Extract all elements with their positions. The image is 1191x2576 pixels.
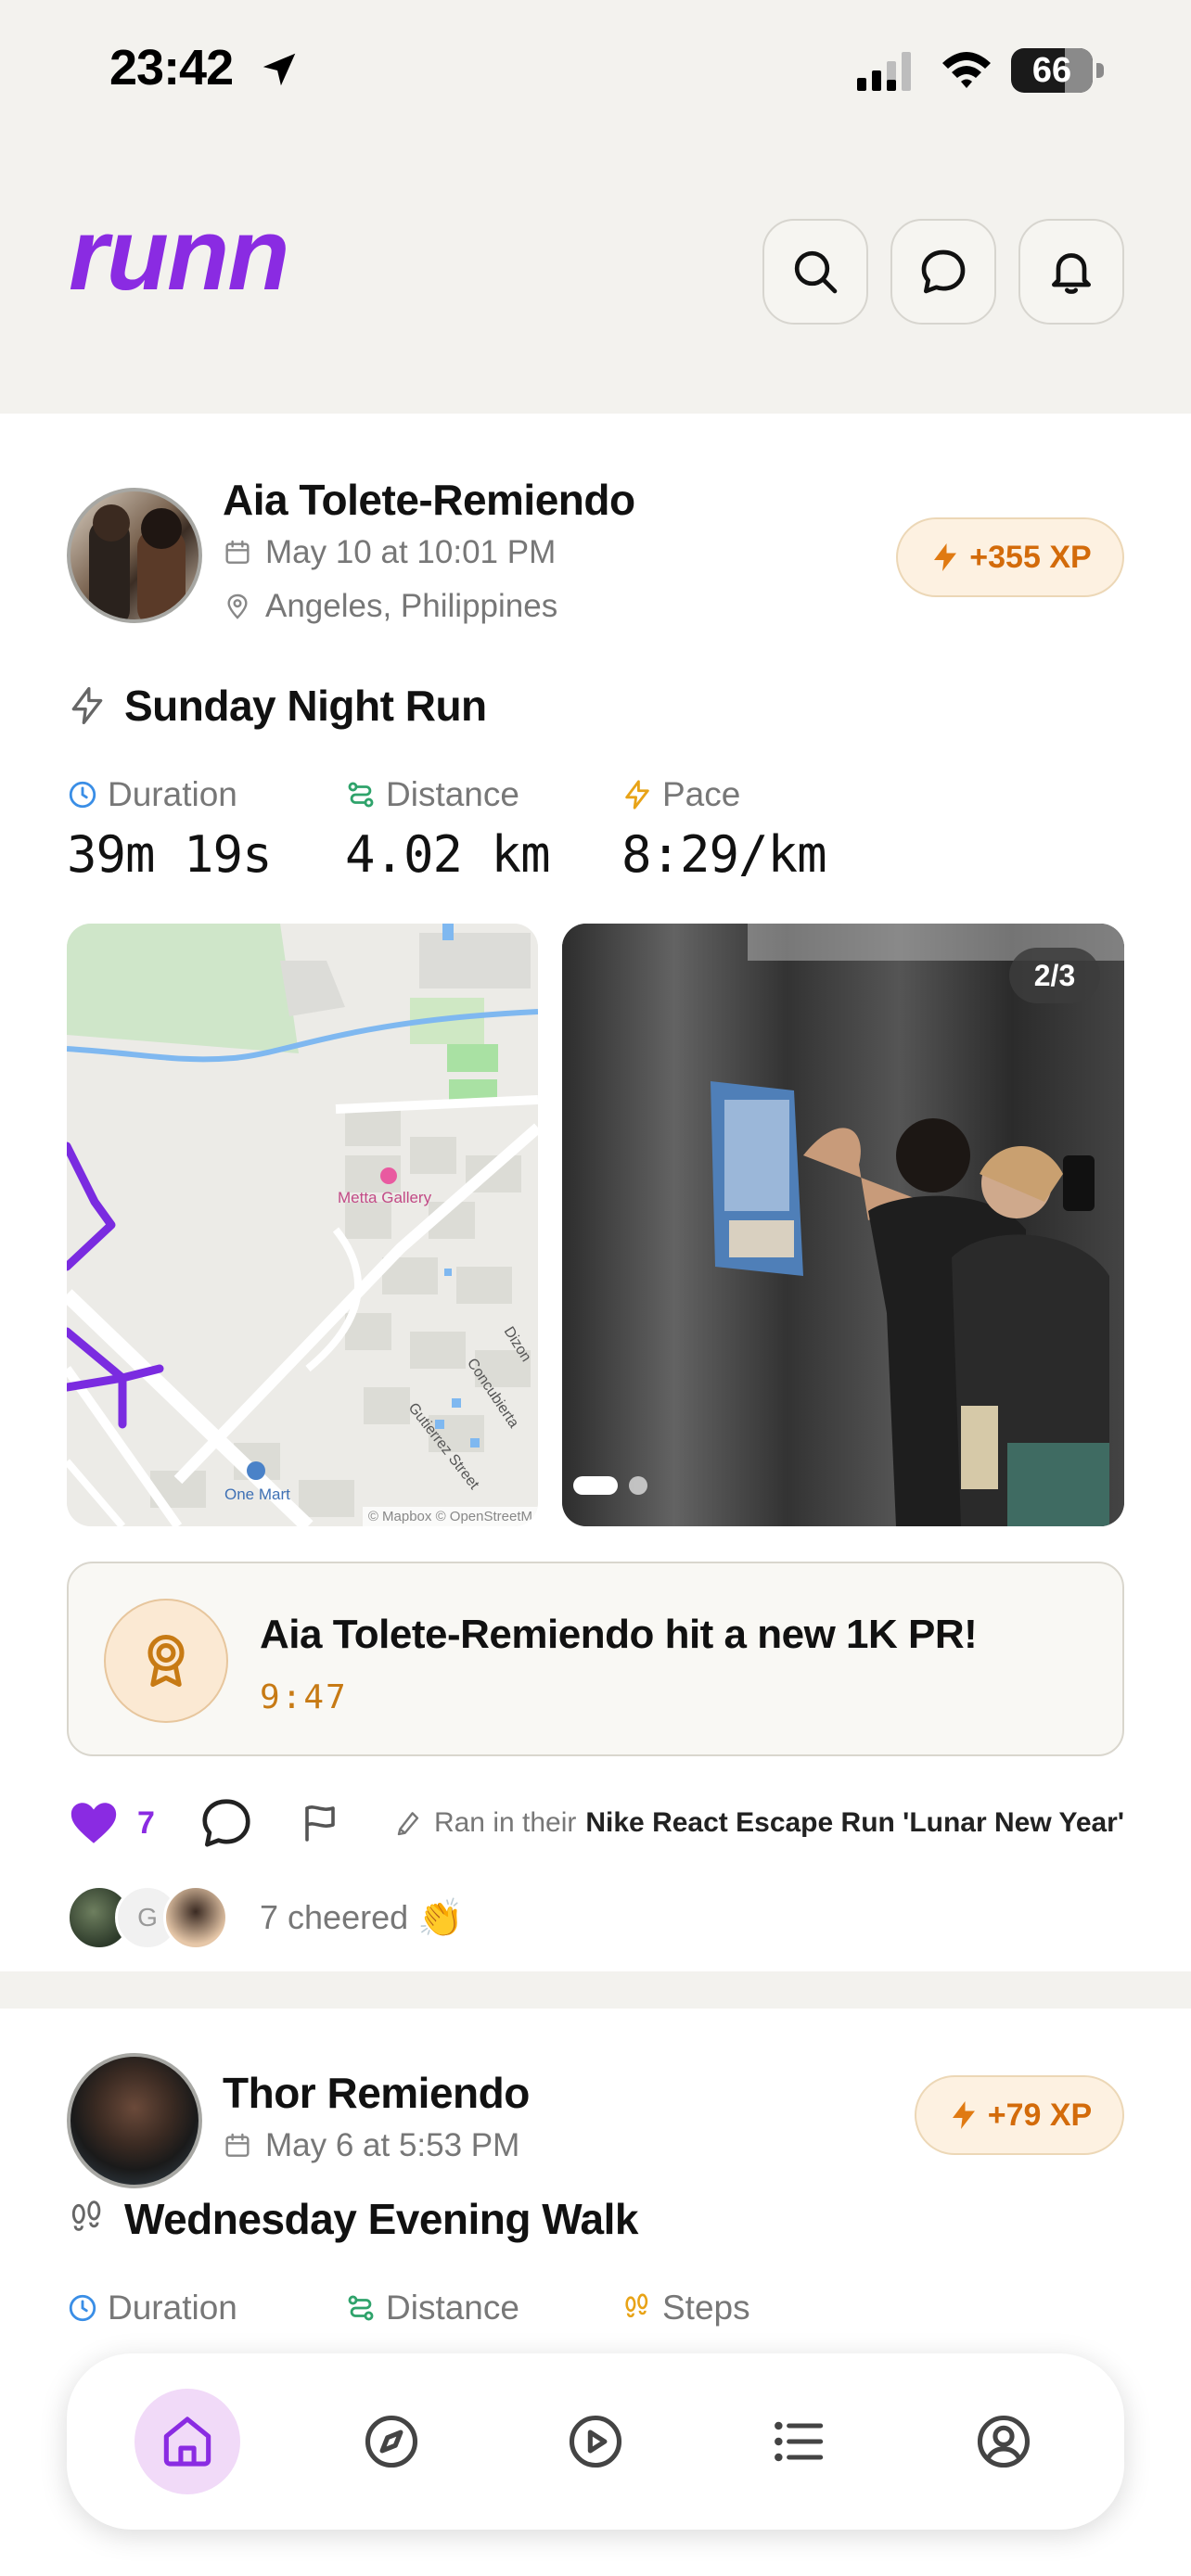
post-actions: 7 Ran in their Nike React Escape Run 'Lu…	[67, 1786, 1124, 1860]
award-ribbon-icon	[104, 1599, 228, 1723]
location-arrow-icon	[263, 53, 296, 86]
play-circle-icon	[569, 2415, 622, 2468]
photo-carousel[interactable]: 2/3	[562, 924, 1124, 1526]
avatar[interactable]	[67, 488, 202, 623]
map-label-one-mart: One Mart	[224, 1486, 290, 1503]
stat-duration: Duration 39m 19s	[67, 775, 273, 884]
wifi-icon	[942, 52, 991, 88]
user-name[interactable]: Aia Tolete-Remiendo	[223, 475, 635, 525]
calendar-icon	[225, 540, 250, 564]
home-icon	[163, 2417, 211, 2467]
location-pin-icon	[227, 593, 248, 619]
stat-duration: Duration	[67, 2289, 237, 2327]
route-icon	[348, 2295, 374, 2321]
activity-title: Wednesday Evening Walk	[124, 2195, 638, 2243]
battery-level: 66	[1031, 51, 1072, 90]
nav-record[interactable]	[543, 2389, 648, 2494]
lightning-icon	[934, 543, 957, 571]
cheers-row[interactable]: G 7 cheered 👏	[67, 1881, 464, 1955]
pr-time: 9:47	[260, 1678, 348, 1716]
activity-title-row[interactable]: Wednesday Evening Walk	[67, 2194, 638, 2244]
app-header: runn	[0, 139, 1191, 414]
photo-counter: 2/3	[1009, 948, 1100, 1003]
clock-icon	[69, 781, 96, 809]
calendar-icon	[225, 2133, 250, 2157]
status-bar: 23:42 66	[0, 0, 1191, 139]
notifications-button[interactable]	[1018, 219, 1124, 325]
nav-explore[interactable]	[339, 2389, 444, 2494]
nav-activities[interactable]	[747, 2389, 852, 2494]
battery-indicator: 66	[1011, 48, 1104, 93]
stat-distance: Distance 4.02 km	[345, 775, 551, 884]
map-label-metta-gallery: Metta Gallery	[338, 1189, 432, 1206]
clock-icon	[69, 2294, 96, 2322]
selfie-photo	[562, 924, 1124, 1526]
stat-steps: Steps	[621, 2289, 750, 2327]
xp-badge: +355 XP	[896, 517, 1124, 597]
comment-icon[interactable]	[198, 1794, 255, 1852]
pr-title: Aia Tolete-Remiendo hit a new 1K PR!	[260, 1612, 978, 1657]
footprints-icon	[71, 2200, 101, 2231]
shoe-info[interactable]: Ran in their Nike React Escape Run 'Luna…	[395, 1807, 1124, 1839]
personal-record-banner[interactable]: Aia Tolete-Remiendo hit a new 1K PR! 9:4…	[67, 1562, 1124, 1756]
shoe-prefix: Ran in their	[433, 1807, 577, 1838]
avatar[interactable]	[67, 2053, 202, 2188]
stat-value: 4.02 km	[345, 825, 551, 884]
compass-icon	[365, 2415, 418, 2468]
post-location: Angeles, Philippines	[223, 588, 557, 625]
map-attribution[interactable]: © Mapbox © OpenStreetM	[362, 1507, 538, 1526]
carousel-dot[interactable]	[629, 1476, 647, 1495]
avatar	[163, 1885, 228, 1950]
like-count[interactable]: 7	[137, 1805, 155, 1842]
messages-button[interactable]	[890, 219, 996, 325]
activity-card[interactable]: Aia Tolete-Remiendo May 10 at 10:01 PM A…	[0, 414, 1191, 1971]
status-time: 23:42	[109, 40, 234, 96]
route-map[interactable]: Metta Gallery One Mart Gutierrez Street …	[67, 924, 538, 1526]
activity-feed: Aia Tolete-Remiendo May 10 at 10:01 PM A…	[0, 414, 1191, 2576]
user-name[interactable]: Thor Remiendo	[223, 2068, 530, 2118]
carousel-dot-active[interactable]	[573, 1476, 618, 1495]
activity-title: Sunday Night Run	[124, 682, 487, 730]
activity-title-row[interactable]: Sunday Night Run	[67, 681, 487, 731]
post-date: May 10 at 10:01 PM	[223, 534, 556, 571]
stat-value: 39m 19s	[67, 825, 273, 884]
chat-bubble-icon	[921, 249, 966, 294]
nav-home[interactable]	[134, 2389, 240, 2494]
footprints-icon	[625, 2293, 648, 2318]
nav-profile[interactable]	[951, 2389, 1057, 2494]
stat-distance: Distance	[345, 2289, 519, 2327]
lightning-icon	[625, 780, 649, 810]
lightning-icon	[71, 687, 103, 724]
app-logo: runn	[69, 198, 289, 312]
cheer-count: 7 cheered	[260, 1898, 409, 1936]
xp-badge: +79 XP	[915, 2075, 1124, 2155]
search-button[interactable]	[762, 219, 868, 325]
list-icon	[775, 2421, 824, 2462]
flag-icon[interactable]	[298, 1801, 342, 1845]
lightning-icon	[952, 2101, 975, 2129]
carousel-dots[interactable]	[573, 1476, 647, 1495]
route-icon	[348, 782, 374, 808]
stat-value: 8:29/km	[621, 825, 827, 884]
search-icon	[794, 250, 838, 294]
cellular-signal-icon	[857, 52, 911, 91]
shoe-icon	[397, 1812, 419, 1836]
shoe-name: Nike React Escape Run 'Lunar New Year'	[585, 1807, 1124, 1838]
bottom-nav	[67, 2353, 1124, 2530]
post-date: May 6 at 5:53 PM	[223, 2127, 519, 2164]
profile-icon	[977, 2415, 1031, 2468]
heart-icon[interactable]	[67, 1796, 121, 1850]
bell-icon	[1052, 253, 1091, 294]
clap-emoji: 👏	[417, 1897, 464, 1939]
stat-pace: Pace 8:29/km	[621, 775, 827, 884]
